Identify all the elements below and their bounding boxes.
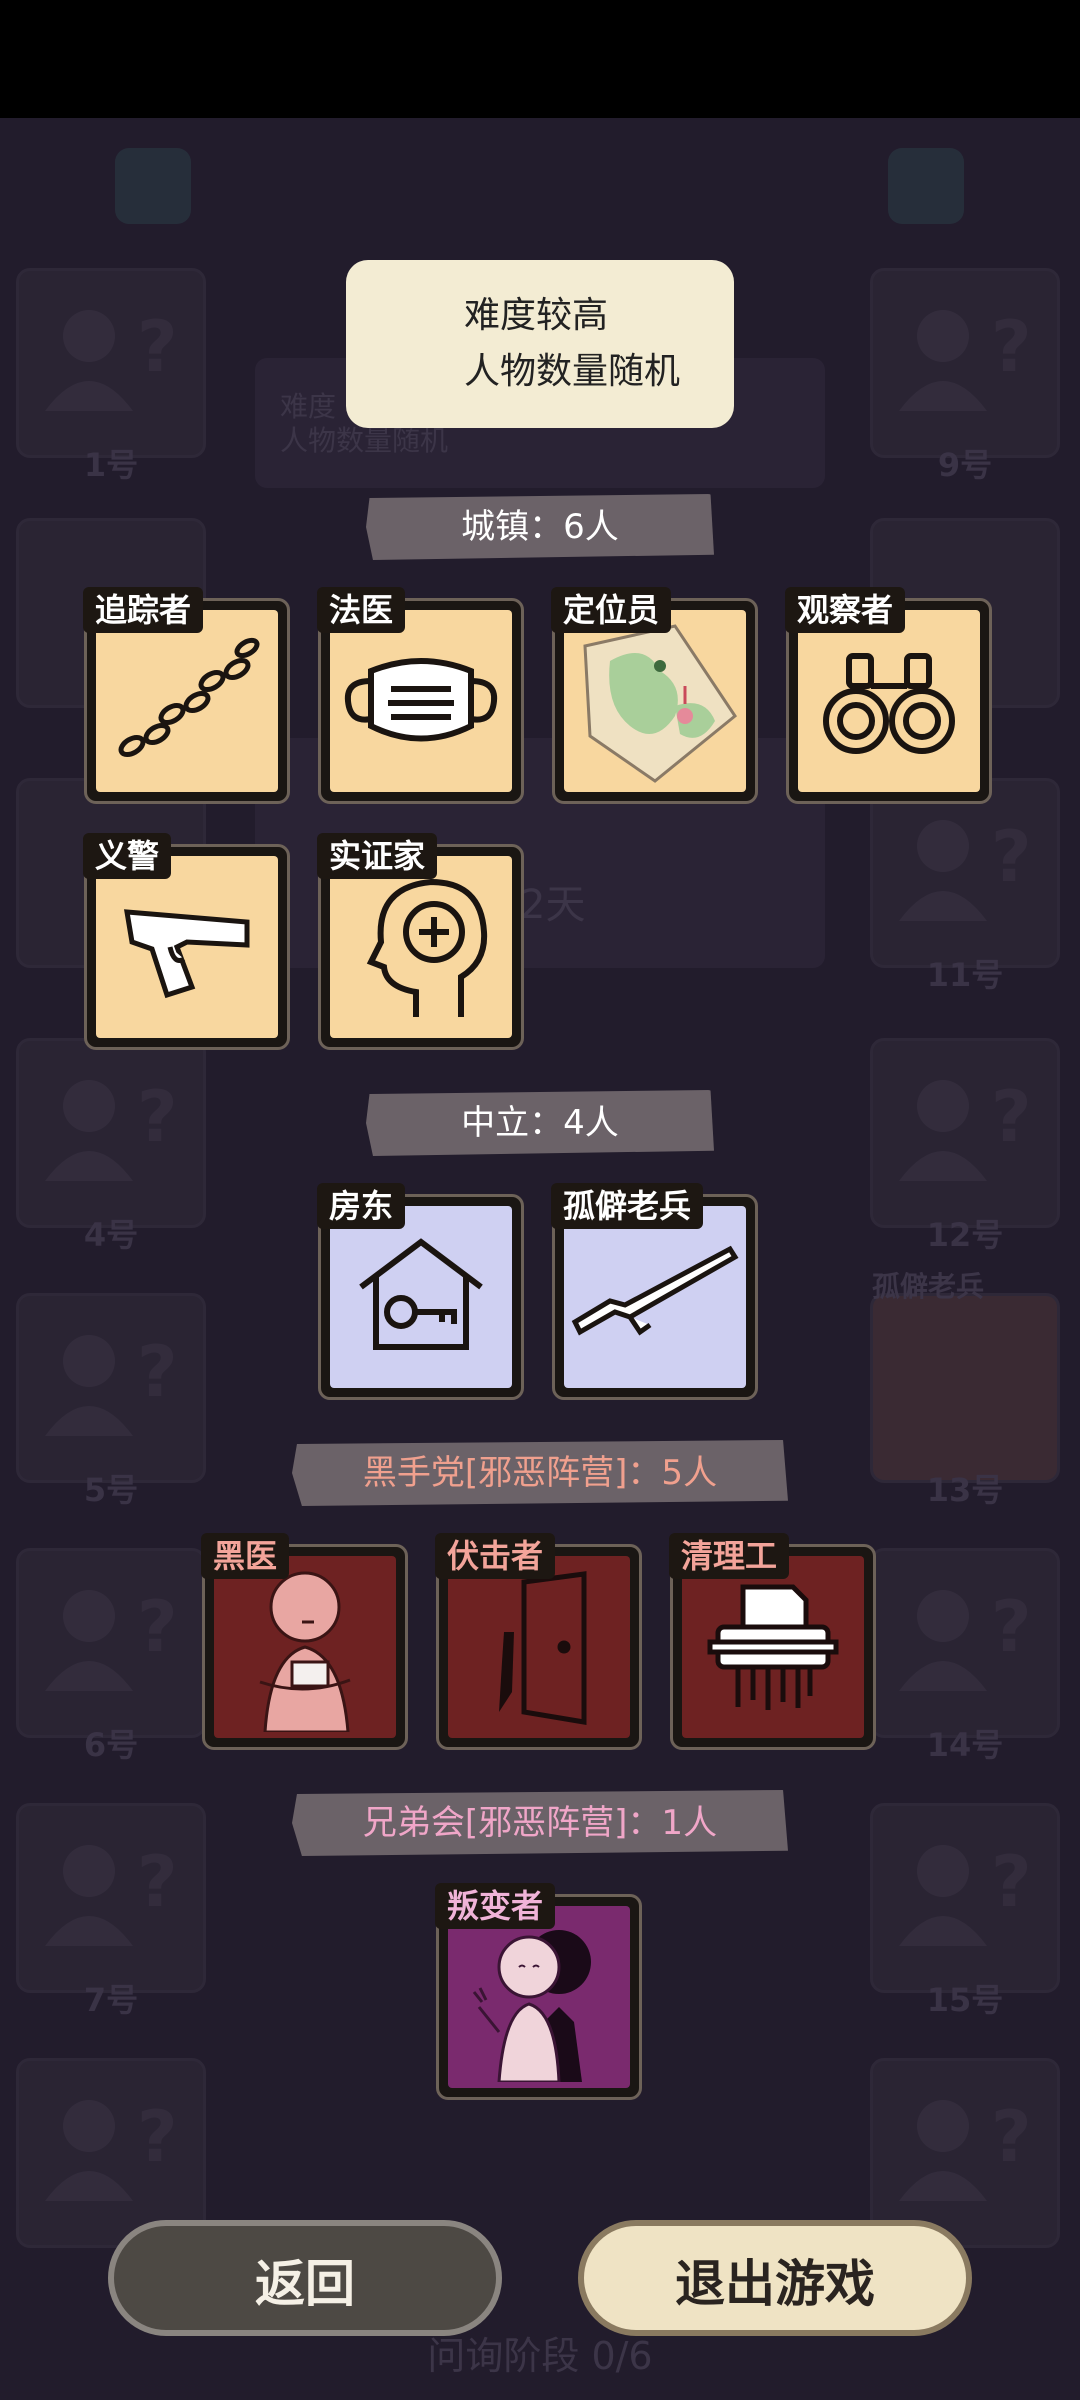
player-number: 5号 [83,1471,139,1509]
role-name: 黑医 [201,1533,290,1579]
player-slot-15: ? [870,1803,1060,1993]
player-slot-5: ? [16,1293,206,1483]
role-name: 房东 [317,1183,406,1229]
player-slot-9: ? [870,268,1060,458]
exit-game-button[interactable]: 退出游戏 [578,2220,972,2336]
role-name: 叛变者 [435,1883,556,1929]
difficulty-note: 难度较高 人物数量随机 [346,260,734,428]
player-role-label: 孤僻老兵 [872,1270,985,1303]
role-art [330,610,512,792]
background-notice-line1: 难度 [280,390,337,423]
player-slot-1: ? [16,268,206,458]
svg-text:?: ? [137,2096,178,2178]
player-slot-6: ? [16,1548,206,1738]
house-key-icon [359,1238,483,1350]
svg-text:?: ? [991,306,1032,388]
svg-text:?: ? [137,1331,178,1413]
role-art [96,610,278,792]
role-art [682,1556,864,1738]
role-card-tracker[interactable]: 追踪者 [83,587,290,804]
player-number: 9号 [937,446,993,484]
section-brotherhood-header: 兄弟会[邪恶阵营]：1人 [292,1790,788,1856]
svg-text:?: ? [137,306,178,388]
role-name: 孤僻老兵 [551,1183,704,1229]
player-number: 14号 [926,1726,1004,1764]
svg-text:?: ? [991,816,1032,898]
role-card-traitor[interactable]: 叛变者 [435,1883,642,2100]
player-slot-14: ? [870,1548,1060,1738]
back-button[interactable]: 返回 [108,2220,502,2336]
role-card-black-doctor[interactable]: 黑医 [201,1533,408,1750]
role-name: 伏击者 [435,1533,556,1579]
face-mask-icon [344,658,498,742]
role-name: 观察者 [785,587,906,633]
pistol-icon [124,909,250,999]
role-name: 法医 [317,587,406,633]
player-number: 12号 [926,1216,1004,1254]
shredder-icon [707,1584,839,1710]
player-slot-7: ? [16,1803,206,1993]
rifle-icon [571,1245,739,1336]
role-name: 义警 [83,833,172,879]
player-number: 7号 [83,1981,139,2019]
difficulty-line: 人物数量随机 [464,351,681,392]
role-art [330,1206,512,1388]
map-icon [583,624,738,783]
player-number: 4号 [83,1216,139,1254]
player-slot-13 [870,1293,1060,1483]
role-card-empiricist[interactable]: 实证家 [317,833,524,1050]
svg-text:?: ? [991,1586,1032,1668]
two-faced-figure-icon [472,1930,591,2082]
role-art [798,610,980,792]
svg-text:?: ? [991,1841,1032,1923]
head-plus-icon [366,878,488,1017]
section-blackhand-header: 黑手党[邪恶阵营]：5人 [292,1440,788,1506]
role-card-vigilante[interactable]: 义警 [83,833,290,1050]
player-slot-4: ? [16,1038,206,1228]
role-art [214,1556,396,1738]
role-art [564,610,746,792]
map-icon [115,148,191,224]
player-number: 11号 [926,956,1004,994]
player-slot-11: ? [870,778,1060,968]
role-art [330,856,512,1038]
section-neutral-header: 中立：4人 [366,1090,714,1156]
role-card-landlord[interactable]: 房东 [317,1183,524,1400]
player-number: 6号 [83,1726,139,1764]
player-number: 13号 [926,1471,1004,1509]
section-town-header: 城镇：6人 [366,494,714,560]
role-card-ambusher[interactable]: 伏击者 [435,1533,642,1750]
background-notice-line2: 人物数量随机 [280,424,449,457]
role-art [564,1206,746,1388]
role-card-veteran[interactable]: 孤僻老兵 [551,1183,758,1400]
player-number: 1号 [83,446,139,484]
svg-text:?: ? [137,1586,178,1668]
svg-text:?: ? [137,1841,178,1923]
role-name: 实证家 [317,833,438,879]
knife-door-icon [499,1571,587,1725]
bandaged-figure-icon [259,1571,351,1732]
role-name: 追踪者 [83,587,204,633]
pen-icon [888,148,964,224]
role-art [448,1906,630,2088]
difficulty-line: 难度较高 [464,295,609,336]
player-number: 15号 [926,1981,1004,2019]
role-card-coroner[interactable]: 法医 [317,587,524,804]
role-art [448,1556,630,1738]
role-name: 清理工 [669,1533,790,1579]
binoculars-icon [823,653,955,754]
role-card-locator[interactable]: 定位员 [551,587,758,804]
footprints-icon [118,637,260,758]
svg-text:?: ? [137,1076,178,1158]
background-day: 2天 [520,882,586,928]
player-slot-12: ? [870,1038,1060,1228]
role-card-observer[interactable]: 观察者 [785,587,992,804]
status-bar [0,0,1080,118]
role-name: 定位员 [551,587,672,633]
svg-text:?: ? [991,2096,1032,2178]
role-art [96,856,278,1038]
svg-text:?: ? [991,1076,1032,1158]
role-card-cleaner[interactable]: 清理工 [669,1533,876,1750]
